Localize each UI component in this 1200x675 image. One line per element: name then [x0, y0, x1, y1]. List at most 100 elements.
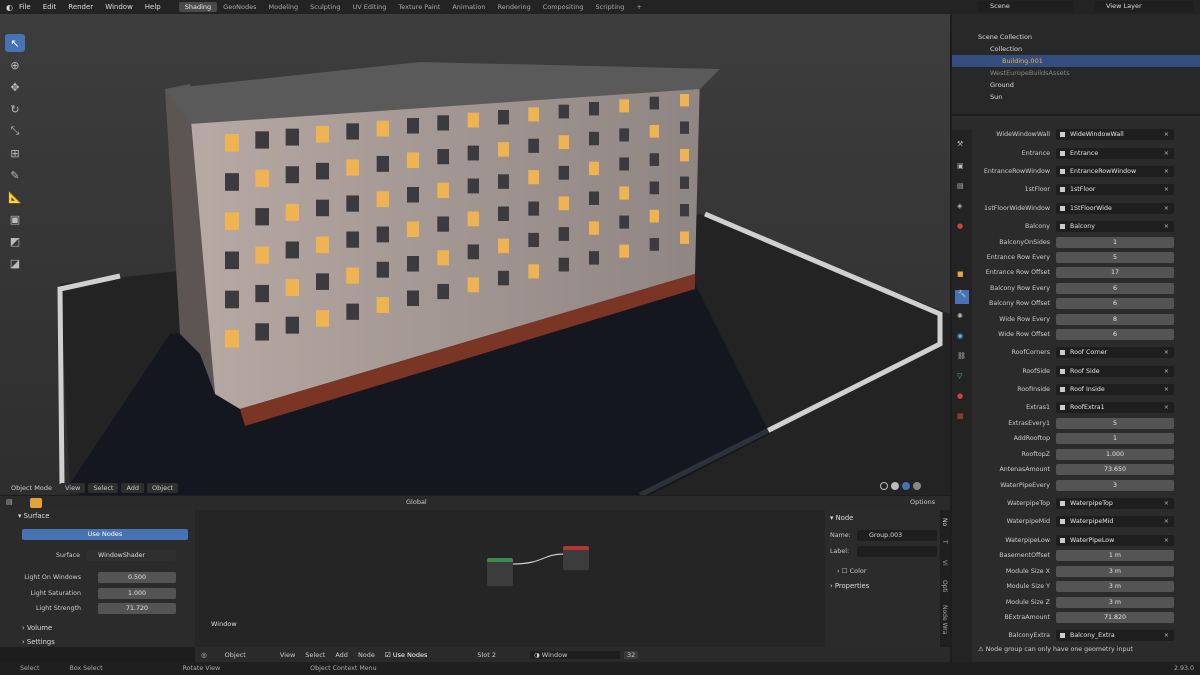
- value-field[interactable]: 71.820: [1056, 611, 1174, 623]
- object-field[interactable]: WaterpipeMid ×: [1056, 515, 1174, 527]
- value-field[interactable]: 8: [1056, 313, 1174, 325]
- clear-icon[interactable]: ×: [1164, 347, 1169, 358]
- value-field[interactable]: 3 m: [1056, 565, 1174, 577]
- material-tab-icon[interactable]: ●: [957, 392, 963, 400]
- select-tool-icon[interactable]: ↖: [5, 34, 25, 52]
- menu-file[interactable]: File: [13, 3, 37, 11]
- clear-icon[interactable]: ×: [1164, 402, 1169, 413]
- value-field[interactable]: 1: [1056, 236, 1174, 248]
- clear-icon[interactable]: ×: [1164, 129, 1169, 140]
- volume-panel-header[interactable]: › Volume: [22, 624, 52, 632]
- object-field[interactable]: WideWindowWall ×: [1056, 128, 1174, 140]
- slot-dropdown[interactable]: Slot 2: [477, 651, 496, 659]
- rendered-shading-icon[interactable]: [913, 482, 921, 490]
- tab-shading[interactable]: Shading: [178, 2, 218, 12]
- object-field[interactable]: Balcony_Extra ×: [1056, 629, 1174, 641]
- modifier-tab-icon[interactable]: 🔧: [955, 290, 969, 304]
- use-nodes-checkbox[interactable]: ☑ Use Nodes: [385, 651, 427, 659]
- clear-icon[interactable]: ×: [1164, 516, 1169, 527]
- clear-icon[interactable]: ×: [1164, 166, 1169, 177]
- transform-orientation-dropdown[interactable]: Global: [406, 498, 427, 506]
- value-field[interactable]: 73.650: [1056, 463, 1174, 475]
- light-strength-field[interactable]: 71.720: [98, 603, 176, 614]
- move-tool-icon[interactable]: ✥: [5, 78, 25, 96]
- outliner-building[interactable]: Building.001: [952, 55, 1200, 67]
- scene-selector[interactable]: Scene: [978, 1, 1073, 12]
- options-button[interactable]: Options: [910, 498, 935, 506]
- clear-icon[interactable]: ×: [1164, 221, 1169, 232]
- render-tab-icon[interactable]: ▣: [957, 162, 964, 170]
- output-tab-icon[interactable]: ▤: [957, 182, 964, 190]
- outliner-collection[interactable]: Collection: [952, 43, 1200, 55]
- surface-shader-field[interactable]: WindowShader: [86, 550, 176, 561]
- use-nodes-button[interactable]: Use Nodes: [22, 529, 188, 540]
- object-field[interactable]: WaterpipeTop ×: [1056, 497, 1174, 509]
- view-layer-selector[interactable]: View Layer: [1094, 1, 1194, 12]
- material-users-count[interactable]: 32: [624, 650, 639, 659]
- clear-icon[interactable]: ×: [1164, 535, 1169, 546]
- tab-geonodes[interactable]: GeoNodes: [217, 2, 262, 12]
- shear-tool-icon[interactable]: ◩: [5, 232, 25, 250]
- object-dropdown[interactable]: Object: [225, 651, 246, 659]
- value-field[interactable]: 17: [1056, 266, 1174, 278]
- viewport-menu-view[interactable]: View: [59, 483, 86, 493]
- tab-view[interactable]: Vi: [941, 560, 948, 566]
- value-field[interactable]: 1: [1056, 432, 1174, 444]
- value-field[interactable]: 3 m: [1056, 580, 1174, 592]
- measure-tool-icon[interactable]: 📐: [5, 188, 25, 206]
- viewport-menu-object[interactable]: Object: [147, 483, 179, 493]
- object-mode-dropdown[interactable]: Object Mode: [6, 483, 57, 493]
- object-field[interactable]: Roof Inside ×: [1056, 383, 1174, 395]
- world-tab-icon[interactable]: ●: [957, 222, 963, 230]
- object-field[interactable]: 1stFloor ×: [1056, 183, 1174, 195]
- annotate-tool-icon[interactable]: ✎: [5, 166, 25, 184]
- value-field[interactable]: 6: [1056, 328, 1174, 340]
- tool-tab-icon[interactable]: ⚒: [957, 140, 963, 148]
- value-field[interactable]: 6: [1056, 297, 1174, 309]
- tab-tool[interactable]: T: [941, 540, 948, 544]
- clear-icon[interactable]: ×: [1164, 203, 1169, 214]
- node-menu-view[interactable]: View: [280, 651, 295, 659]
- clear-icon[interactable]: ×: [1164, 498, 1169, 509]
- viewport-menu-add[interactable]: Add: [121, 483, 145, 493]
- menu-render[interactable]: Render: [62, 3, 99, 11]
- node-panel-header[interactable]: ▾ Node: [830, 514, 853, 522]
- object-field[interactable]: 1StFloorWide ×: [1056, 202, 1174, 214]
- object-field[interactable]: Roof Side ×: [1056, 365, 1174, 377]
- clear-icon[interactable]: ×: [1164, 148, 1169, 159]
- outliner-sun[interactable]: Sun: [952, 91, 1200, 103]
- clear-icon[interactable]: ×: [1164, 630, 1169, 641]
- node-editor[interactable]: Window: [195, 510, 825, 647]
- node-menu-select[interactable]: Select: [305, 651, 325, 659]
- outliner-westeurope-assets[interactable]: WestEuropeBuildsAssets: [952, 67, 1200, 79]
- surface-panel-header[interactable]: ▾ Surface: [18, 512, 49, 520]
- tab-texture-paint[interactable]: Texture Paint: [392, 2, 446, 12]
- output-node[interactable]: [563, 546, 589, 570]
- menu-help[interactable]: Help: [139, 3, 167, 11]
- solid-shading-icon[interactable]: [891, 482, 899, 490]
- cursor-tool-icon[interactable]: ⊕: [5, 56, 25, 74]
- node-name-field[interactable]: Group.003: [857, 530, 937, 541]
- color-toggle[interactable]: › ☐ Color: [837, 567, 867, 575]
- object-field[interactable]: Roof Corner ×: [1056, 346, 1174, 358]
- node-menu-node[interactable]: Node: [358, 651, 375, 659]
- value-field[interactable]: 6: [1056, 282, 1174, 294]
- value-field[interactable]: 5: [1056, 417, 1174, 429]
- node-menu-add[interactable]: Add: [335, 651, 348, 659]
- menu-window[interactable]: Window: [99, 3, 139, 11]
- viewport-menu-select[interactable]: Select: [88, 483, 119, 493]
- tab-uv-editing[interactable]: UV Editing: [346, 2, 392, 12]
- object-field[interactable]: RoofExtra1 ×: [1056, 401, 1174, 413]
- tab-options[interactable]: Opti: [941, 580, 948, 593]
- tab-rendering[interactable]: Rendering: [492, 2, 537, 12]
- object-field[interactable]: Entrance ×: [1056, 147, 1174, 159]
- settings-panel-header[interactable]: › Settings: [22, 638, 55, 646]
- value-field[interactable]: 3 m: [1056, 596, 1174, 608]
- object-field[interactable]: Balcony ×: [1056, 220, 1174, 232]
- menu-edit[interactable]: Edit: [37, 3, 63, 11]
- 3d-viewport[interactable]: ↖ ⊕ ✥ ↻ ⤡ ⊞ ✎ 📐 ▣ ◩ ◪ Object Mode View S…: [0, 14, 950, 495]
- editor-type-icon[interactable]: ▤: [6, 498, 13, 506]
- add-cube-tool-icon[interactable]: ▣: [5, 210, 25, 228]
- rotate-tool-icon[interactable]: ↻: [5, 100, 25, 118]
- outliner-scene-collection[interactable]: Scene Collection: [952, 31, 1200, 43]
